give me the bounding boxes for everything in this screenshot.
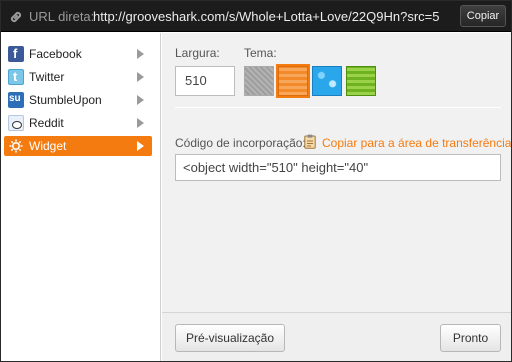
sidebar-item-widget[interactable]: Widget [4, 136, 152, 156]
direct-url[interactable]: http://grooveshark.com/s/Whole+Lotta+Lov… [93, 9, 440, 24]
preview-button[interactable]: Pré-visualização [175, 324, 285, 352]
theme-swatch-orange[interactable] [276, 64, 310, 98]
widget-panel: Largura: Tema: 510 Código de incorporaçã… [162, 33, 511, 361]
theme-swatch-blue[interactable] [312, 66, 342, 96]
width-input[interactable]: 510 [175, 66, 235, 96]
sidebar-item-label: Facebook [29, 47, 82, 61]
chevron-right-icon [137, 49, 144, 59]
twitter-icon [8, 69, 24, 85]
theme-swatch-green[interactable] [346, 66, 376, 96]
embed-code-label: Código de incorporação: [175, 136, 306, 150]
chevron-right-icon [137, 72, 144, 82]
chevron-right-icon [137, 95, 144, 105]
reddit-icon [8, 115, 24, 131]
sidebar-item-label: StumbleUpon [29, 93, 102, 107]
embed-code-field[interactable]: <object width="510" height="40" [175, 154, 501, 181]
sidebar-item-label: Reddit [29, 116, 64, 130]
dialog-footer: Pré-visualização Pronto [162, 312, 511, 361]
copy-url-button[interactable]: Copiar [460, 5, 506, 27]
divider [175, 107, 501, 108]
clipboard-icon[interactable] [304, 134, 316, 149]
facebook-icon [8, 46, 24, 62]
gear-icon [9, 139, 23, 153]
url-bar: URL direta: http://grooveshark.com/s/Who… [1, 1, 511, 32]
stumbleupon-icon [8, 92, 24, 108]
chevron-right-icon [137, 141, 144, 151]
done-button[interactable]: Pronto [440, 324, 501, 352]
sidebar-item-label: Twitter [29, 70, 65, 84]
share-dialog: URL direta: http://grooveshark.com/s/Who… [0, 0, 512, 362]
sidebar-item-reddit[interactable]: Reddit [4, 113, 152, 133]
width-label: Largura: [175, 46, 220, 60]
theme-label: Tema: [244, 46, 277, 60]
copy-to-clipboard-link[interactable]: Copiar para a área de transferência [322, 136, 511, 150]
sidebar-item-twitter[interactable]: Twitter [4, 67, 152, 87]
theme-swatch-gray[interactable] [244, 66, 274, 96]
share-sidebar: Facebook Twitter StumbleUpon Reddit [1, 33, 161, 361]
sidebar-item-stumbleupon[interactable]: StumbleUpon [4, 90, 152, 110]
chevron-right-icon [137, 118, 144, 128]
sidebar-item-facebook[interactable]: Facebook [4, 44, 152, 64]
sidebar-item-label: Widget [29, 139, 67, 153]
url-label: URL direta: [29, 9, 95, 24]
link-icon [10, 11, 22, 23]
